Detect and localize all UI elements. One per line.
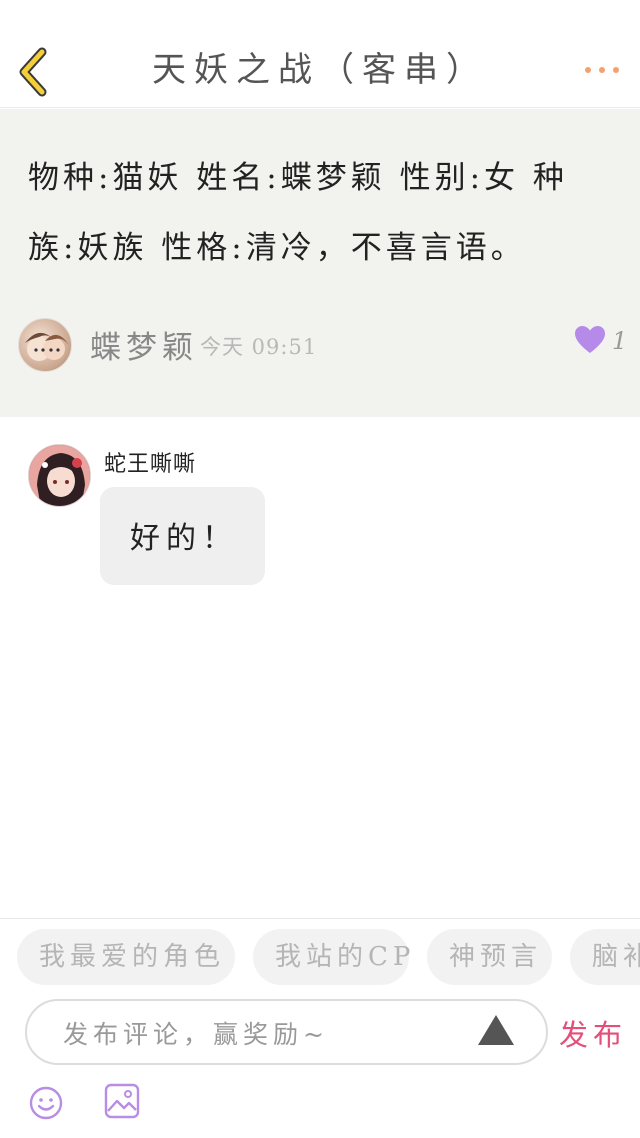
heart-icon [575,326,605,353]
post-time: 今天 09:51 [200,335,318,359]
comment-input-placeholder: 发布评论，赢奖励~ [63,1020,329,1049]
back-button[interactable] [14,46,54,98]
post-card: 物种:猫妖 姓名:蝶梦颖 性别:女 种族:妖族 性格:清冷，不喜言语。 蝶梦颖 … [0,109,640,417]
image-button[interactable] [104,1083,140,1119]
comment-avatar[interactable] [28,444,91,507]
emoji-button[interactable] [29,1086,63,1120]
like-button[interactable] [574,325,606,355]
tag-chip[interactable]: 我站的CP [253,929,410,985]
publish-button[interactable]: 发布 [559,1012,627,1054]
tag-row: 我最爱的角色 我站的CP 神预言 脑补 [0,929,640,985]
comment-text: 好的！ [130,521,238,556]
post-author[interactable]: 蝶梦颖 [90,322,198,367]
more-button[interactable] [582,58,622,82]
page-title: 天妖之战（客串） [152,50,488,90]
like-count: 1 [612,327,628,355]
tag-chip[interactable]: 神预言 [427,929,552,985]
chevron-left-icon [19,47,47,97]
smiley-icon [29,1086,63,1120]
comment-author[interactable]: 蛇王嘶嘶 [104,446,196,478]
triangle-send-icon [478,1015,514,1045]
image-icon [104,1083,140,1119]
avatar[interactable] [18,318,72,372]
tag-chip[interactable]: 脑补 [570,929,640,985]
tag-chip[interactable]: 我最爱的角色 [17,929,235,985]
post-content: 物种:猫妖 姓名:蝶梦颖 性别:女 种族:妖族 性格:清冷，不喜言语。 [28,160,568,266]
bottom-bar: 我最爱的角色 我站的CP 神预言 脑补 发布评论，赢奖励~ 发布 [0,918,640,1138]
avatar-illustration [25,332,69,361]
comment-input[interactable]: 发布评论，赢奖励~ [25,999,548,1065]
more-dots-icon [585,67,619,73]
expand-button[interactable] [476,1013,516,1047]
header-bar: 天妖之战（客串） [0,0,640,108]
comment-bubble: 好的！ [100,487,265,585]
avatar-illustration [29,445,90,506]
